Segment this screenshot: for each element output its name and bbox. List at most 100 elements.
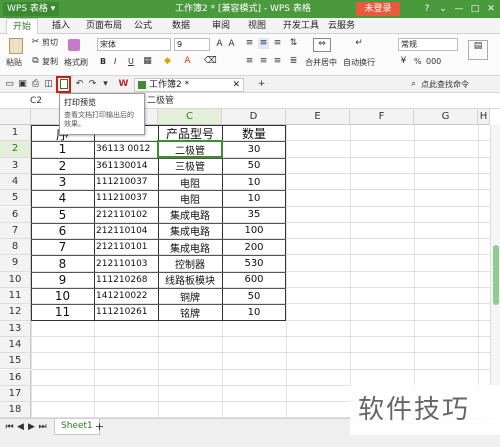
align-bottom-icon[interactable]: ≡ [272,38,283,49]
row-header-15[interactable]: 15 [0,353,31,370]
paste-icon[interactable] [9,38,23,54]
row-header-5[interactable]: 5 [0,190,31,207]
table-cell[interactable]: 212110101 [94,239,158,255]
table-cell[interactable]: 600 [222,272,286,288]
maximize-button[interactable]: □ [468,2,482,16]
row-header-16[interactable]: 16 [0,369,31,386]
select-all-corner[interactable] [0,109,31,125]
row-header-6[interactable]: 6 [0,206,31,223]
currency-icon[interactable]: ¥ [398,56,409,67]
clear-format-icon[interactable]: ⌫ [204,56,217,67]
tab-view[interactable]: 视图 [248,18,266,34]
last-sheet-icon[interactable]: ⏭ [37,422,48,433]
tab-cloud[interactable]: 云服务 [328,18,355,34]
table-cell[interactable]: 111210261 [94,304,158,320]
table-cell[interactable]: 111210268 [94,272,158,288]
table-cell[interactable]: 9 [31,272,94,288]
table-cell[interactable]: 111210037 [94,174,158,190]
tab-review[interactable]: 审阅 [212,18,230,34]
tab-developer[interactable]: 开发工具 [283,18,319,34]
table-cell[interactable]: 530 [222,255,286,271]
align-right-icon[interactable]: ≡ [272,56,283,67]
font-size-select[interactable]: 9 [174,38,210,51]
table-cell[interactable]: 50 [222,158,286,174]
paste-label[interactable]: 粘贴 [6,58,22,68]
tab-insert[interactable]: 插入 [52,18,70,34]
row-header-8[interactable]: 8 [0,239,31,256]
table-cell[interactable]: 111210037 [94,190,158,206]
table-cell[interactable]: 电阻 [158,174,222,190]
table-cell[interactable]: 30 [222,141,286,157]
print-icon[interactable]: ⎙ [30,79,41,90]
tab-page-layout[interactable]: 页面布局 [86,18,122,34]
fill-color-icon[interactable]: ◆ [162,56,173,67]
table-cell[interactable]: 8 [31,255,94,271]
increase-font-icon[interactable]: A [214,39,225,50]
sheet-tab-sheet1[interactable]: Sheet1 [54,419,100,435]
column-header-h[interactable]: H [478,109,490,125]
table-cell[interactable]: 212110104 [94,223,158,239]
vertical-scrollbar[interactable] [490,125,500,418]
table-cell[interactable]: 200 [222,239,286,255]
row-header-12[interactable]: 12 [0,304,31,321]
column-header-d[interactable]: D [222,109,286,125]
row-header-4[interactable]: 4 [0,173,31,191]
column-header-g[interactable]: G [414,109,478,125]
table-cell[interactable]: 铜牌 [158,288,222,304]
login-button[interactable]: 未登录 [356,2,400,16]
copy-button[interactable]: 复制 [42,57,58,67]
table-cell[interactable]: 212110103 [94,255,158,271]
add-sheet-button[interactable]: + [94,421,105,432]
font-color-icon[interactable]: A [182,56,193,67]
table-cell[interactable]: 线路板模块 [158,272,222,288]
format-painter-button[interactable]: 格式刷 [64,58,88,68]
undo-icon[interactable]: ↶ [74,79,85,90]
table-cell[interactable]: 10 [222,190,286,206]
formula-input[interactable]: 二极管 [147,96,174,106]
tab-home[interactable]: 开始 [6,18,39,34]
next-sheet-icon[interactable]: ▶ [26,422,37,433]
close-button[interactable]: ✕ [484,2,498,16]
percent-button[interactable]: % [414,57,422,67]
align-middle-icon[interactable]: ≡ [258,38,269,49]
table-cell[interactable]: 三极管 [158,158,222,174]
row-header-7[interactable]: 7 [0,222,31,240]
add-tab-icon[interactable]: + [256,79,267,90]
distribute-icon[interactable]: ≣ [288,56,299,67]
cut-icon[interactable]: ✂ [30,37,41,48]
table-cell[interactable]: 10 [222,304,286,320]
italic-button[interactable]: I [114,57,116,67]
help-icon[interactable]: ? [420,2,434,16]
table-cell[interactable]: 5 [31,207,94,223]
table-cell[interactable]: 集成电路 [158,207,222,223]
scroll-thumb[interactable] [493,245,499,305]
column-header-e[interactable]: E [286,109,350,125]
number-format-select[interactable]: 常规 [398,38,458,51]
table-cell[interactable]: 50 [222,288,286,304]
row-header-14[interactable]: 14 [0,336,31,354]
ribbon-toggle-icon[interactable]: ⌄ [436,2,450,16]
tab-formulas[interactable]: 公式 [134,18,152,34]
wrap-text-button[interactable]: 自动换行 [343,58,375,68]
decrease-font-icon[interactable]: A [226,39,237,50]
prev-sheet-icon[interactable]: ◀ [15,422,26,433]
column-header-c[interactable]: C [158,109,222,125]
name-box[interactable]: C2 [30,96,42,106]
merge-center-button[interactable]: 合并居中 [305,58,337,68]
open-folder-icon[interactable]: ▭ [4,79,15,90]
table-cell[interactable]: 35 [222,207,286,223]
minimize-button[interactable]: — [452,2,466,16]
merge-center-icon[interactable]: ⇔ [313,38,331,52]
close-tab-icon[interactable]: ✕ [232,79,240,91]
table-cell[interactable]: 6 [31,223,94,239]
font-name-select[interactable]: 宋体 [97,38,171,51]
search-icon[interactable]: ⌕ [408,79,419,90]
align-top-icon[interactable]: ≡ [244,38,255,49]
row-header-13[interactable]: 13 [0,320,31,337]
copy-icon[interactable]: ⧉ [30,56,41,67]
thousands-button[interactable]: 000 [426,57,441,67]
command-search[interactable]: 点此查找命令 [421,80,469,90]
table-cell[interactable]: 1 [31,141,94,157]
table-cell[interactable]: 电阻 [158,190,222,206]
orientation-icon[interactable]: ⇅ [288,38,299,49]
